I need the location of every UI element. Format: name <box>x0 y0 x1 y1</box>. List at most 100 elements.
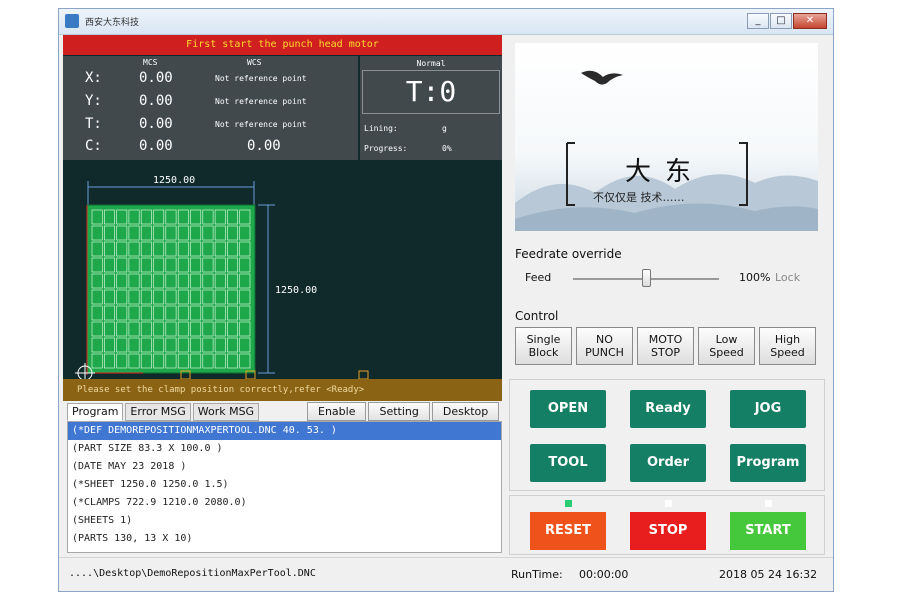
control-buttons: Single Block NO PUNCH MOTO STOP Low Speed Hi… <box>515 327 816 365</box>
start-button[interactable]: START <box>730 512 806 550</box>
program-listing[interactable]: (*DEF DEMOREPOSITIONMAXPERTOOL.DNC 40. 5… <box>67 421 502 553</box>
axis-y-mcs: 0.00 <box>139 93 173 109</box>
title-bar: 西安大东科技 _ □ ✕ <box>59 9 833 35</box>
program-line[interactable]: (*CLAMPS 722.9 1210.0 2080.0) <box>68 494 501 512</box>
feed-label: Feed <box>525 271 552 284</box>
setting-button[interactable]: Setting <box>368 402 430 421</box>
mcs-header: MCS <box>143 58 158 67</box>
program-button[interactable]: Program <box>730 444 806 482</box>
runtime-value: 00:00:00 <box>579 568 629 581</box>
wcs-header: WCS <box>247 58 262 67</box>
sheet-width-label: 1250.00 <box>153 175 196 186</box>
axis-x-mcs: 0.00 <box>139 70 173 86</box>
btn-line: Single <box>526 333 561 346</box>
tab-buttons: Enable Setting Desktop <box>307 402 500 421</box>
banner-main-text: 大东 <box>625 157 706 187</box>
enable-button[interactable]: Enable <box>307 402 367 421</box>
coordinate-panel: MCS WCS X: 0.00 Not reference point Y: 0… <box>63 56 358 160</box>
control-group: Control Single Block NO PUNCH MOTO STOP Low… <box>509 309 825 371</box>
axis-x-label: X: <box>85 70 102 86</box>
btn-line: Block <box>528 346 559 359</box>
ready-button[interactable]: Ready <box>630 390 706 428</box>
app-icon <box>65 14 79 28</box>
tool-button[interactable]: TOOL <box>530 444 606 482</box>
stop-button[interactable]: STOP <box>630 512 706 550</box>
lining-value: g <box>442 124 447 133</box>
run-panel: RESET STOP START <box>509 495 825 555</box>
progress-label: Progress: <box>364 144 408 153</box>
desktop-button[interactable]: Desktop <box>431 402 500 421</box>
feedrate-group: Feedrate override Feed 100% Lock <box>509 247 825 305</box>
tool-display: T:0 <box>362 70 500 114</box>
feedrate-title: Feedrate override <box>515 247 622 261</box>
mode-label: Normal <box>416 59 446 68</box>
program-line[interactable]: (DATE MAY 23 2018 ) <box>68 458 501 476</box>
program-line[interactable]: (PARTS 130, 13 X 10) <box>68 530 501 548</box>
sheet-drawing <box>75 181 369 383</box>
status-bar: ....\Desktop\DemoRepositionMaxPerTool.DN… <box>59 557 833 591</box>
tab-work-msg[interactable]: Work MSG <box>192 403 260 421</box>
close-button[interactable]: ✕ <box>793 13 827 29</box>
window-title: 西安大东科技 <box>85 18 140 28</box>
banner-sub-text: 不仅仅是 技术…… <box>593 191 685 204</box>
feed-value: 100% <box>739 271 771 284</box>
reset-led <box>565 500 572 507</box>
start-led <box>765 500 772 507</box>
runtime-label: RunTime: <box>511 568 563 581</box>
feed-lock-checkbox[interactable]: Lock <box>775 271 800 284</box>
status-strip: Please set the clamp position correctly,… <box>63 379 502 401</box>
lining-label: Lining: <box>364 124 398 133</box>
axis-c-mcs: 0.00 <box>139 138 173 154</box>
machine-display: First start the punch head motor MCS WCS… <box>63 35 502 401</box>
tool-panel: Normal T:0 Lining: g Progress: 0% <box>360 56 502 160</box>
btn-line: MOTO <box>648 333 683 346</box>
tab-program[interactable]: Program <box>67 403 124 421</box>
btn-line: NO <box>596 333 613 346</box>
sheet-view: 1250.00 1250.00 <box>63 165 502 383</box>
bird-icon <box>581 70 623 85</box>
axis-t-label: T: <box>85 116 102 132</box>
window-controls: _ □ ✕ <box>747 13 827 29</box>
program-line[interactable]: (*SHEET 1250.0 1250.0 1.5) <box>68 476 501 494</box>
action-panel: OPEN Ready JOG TOOL Order Program <box>509 379 825 491</box>
btn-line: Speed <box>770 346 805 359</box>
program-line[interactable]: (*DEF DEMOREPOSITIONMAXPERTOOL.DNC 40. 5… <box>68 422 501 440</box>
control-title: Control <box>515 309 559 323</box>
high-speed-button[interactable]: High Speed <box>759 327 816 365</box>
brand-banner: 大东 不仅仅是 技术…… <box>515 43 818 231</box>
feed-slider-thumb[interactable] <box>642 269 651 287</box>
app-window: 西安大东科技 _ □ ✕ First start the punch head … <box>58 8 834 592</box>
axis-c-label: C: <box>85 138 102 154</box>
progress-value: 0% <box>442 144 452 153</box>
btn-line: Speed <box>709 346 744 359</box>
jog-button[interactable]: JOG <box>730 390 806 428</box>
btn-line: PUNCH <box>585 346 624 359</box>
datetime: 2018 05 24 16:32 <box>719 568 818 581</box>
axis-y-wcs: Not reference point <box>215 97 307 106</box>
sheet-height-label: 1250.00 <box>275 285 318 296</box>
single-block-button[interactable]: Single Block <box>515 327 572 365</box>
axis-x-wcs: Not reference point <box>215 74 307 83</box>
axis-c-wcs: 0.00 <box>247 138 281 154</box>
open-button[interactable]: OPEN <box>530 390 606 428</box>
maximize-button[interactable]: □ <box>770 13 792 29</box>
btn-line: STOP <box>651 346 680 359</box>
tab-error-msg[interactable]: Error MSG <box>125 403 191 421</box>
program-line[interactable]: (PART SIZE 83.3 X 100.0 ) <box>68 440 501 458</box>
tab-bar: Program Error MSG Work MSG <box>67 403 260 421</box>
axis-t-mcs: 0.00 <box>139 116 173 132</box>
order-button[interactable]: Order <box>630 444 706 482</box>
moto-stop-button[interactable]: MOTO STOP <box>637 327 694 365</box>
no-punch-button[interactable]: NO PUNCH <box>576 327 633 365</box>
reset-button[interactable]: RESET <box>530 512 606 550</box>
alert-message: First start the punch head motor <box>63 35 502 55</box>
stop-led <box>665 500 672 507</box>
minimize-button[interactable]: _ <box>747 13 769 29</box>
btn-line: High <box>774 333 801 346</box>
file-path: ....\Desktop\DemoRepositionMaxPerTool.DN… <box>69 568 316 579</box>
axis-t-wcs: Not reference point <box>215 120 307 129</box>
btn-line: Low <box>715 333 738 346</box>
low-speed-button[interactable]: Low Speed <box>698 327 755 365</box>
axis-y-label: Y: <box>85 93 102 109</box>
program-line[interactable]: (SHEETS 1) <box>68 512 501 530</box>
